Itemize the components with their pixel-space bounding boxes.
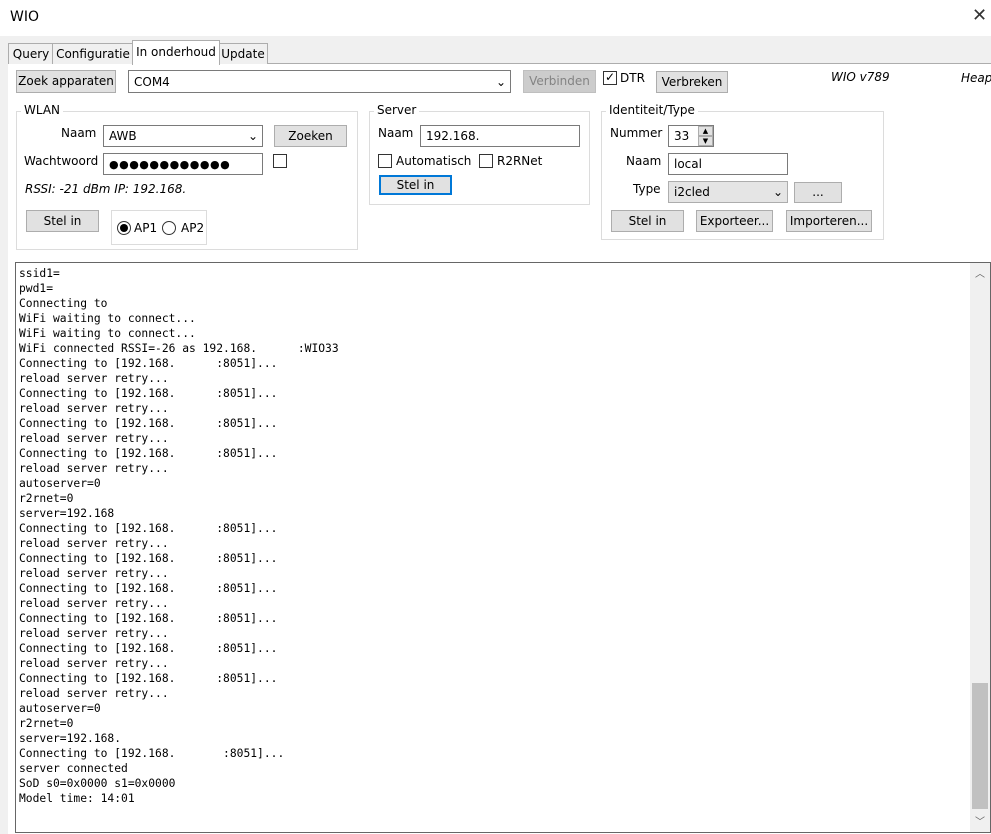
wlan-legend: WLAN xyxy=(21,103,64,117)
console-scrollbar[interactable]: ︿ ﹀ xyxy=(970,263,990,832)
ap1-radio[interactable] xyxy=(117,221,131,235)
r2rnet-checkbox[interactable] xyxy=(479,154,493,168)
server-apply-button[interactable]: Stel in xyxy=(379,175,452,195)
tab-in-onderhoud[interactable]: In onderhoud xyxy=(132,40,220,65)
identity-apply-button[interactable]: Stel in xyxy=(611,210,684,232)
auto-label: Automatisch xyxy=(396,154,472,168)
scrollbar-thumb[interactable] xyxy=(972,683,988,809)
auto-checkbox[interactable] xyxy=(378,154,392,168)
chevron-down-icon: ⌄ xyxy=(772,185,783,199)
wlan-search-button[interactable]: Zoeken xyxy=(274,125,347,147)
export-button[interactable]: Exporteer... xyxy=(696,210,773,232)
tab-configuratie[interactable]: Configuratie xyxy=(52,43,134,64)
ssid-value: AWB xyxy=(109,129,137,143)
dtr-checkbox[interactable]: ✓ xyxy=(603,71,617,85)
window-title: WIO xyxy=(10,9,39,25)
check-icon: ✓ xyxy=(604,70,616,84)
server-legend: Server xyxy=(374,103,420,117)
chevron-down-icon: ⌄ xyxy=(247,129,258,143)
ap2-label: AP2 xyxy=(181,221,205,235)
import-button[interactable]: Importeren... xyxy=(786,210,872,232)
show-password-checkbox[interactable] xyxy=(273,154,287,168)
connect-button[interactable]: Verbinden xyxy=(523,70,596,93)
identity-name-label: Naam xyxy=(626,154,662,168)
number-label: Nummer xyxy=(610,126,663,140)
redaction-mask xyxy=(468,126,552,128)
password-input[interactable]: ●●●●●●●●●●●● xyxy=(103,153,263,175)
ap2-radio[interactable] xyxy=(162,221,176,235)
ap1-label: AP1 xyxy=(134,221,158,235)
scroll-up-icon[interactable]: ︿ xyxy=(970,265,990,280)
search-devices-button[interactable]: Zoek apparaten xyxy=(16,70,116,93)
title-bar xyxy=(0,0,991,36)
identity-legend: Identiteit/Type xyxy=(606,103,698,117)
port-select[interactable]: COM4 ⌄ xyxy=(128,70,511,93)
ssid-select[interactable]: AWB ⌄ xyxy=(103,125,263,147)
more-button[interactable]: ... xyxy=(794,182,842,203)
wlan-name-label: Naam xyxy=(61,126,97,140)
chevron-down-icon: ⌄ xyxy=(495,74,506,89)
identity-name-input[interactable]: local xyxy=(668,153,788,175)
tab-query[interactable]: Query xyxy=(8,43,54,64)
wlan-apply-button[interactable]: Stel in xyxy=(26,210,99,232)
type-value: i2cled xyxy=(674,185,710,199)
type-select[interactable]: i2cled ⌄ xyxy=(668,181,788,203)
server-name-input[interactable]: 192.168. xyxy=(420,125,580,147)
rssi-status: RSSI: -21 dBm IP: 192.168. xyxy=(25,182,187,196)
redaction-mask xyxy=(146,126,210,128)
scroll-down-icon[interactable]: ﹀ xyxy=(970,813,990,828)
password-label: Wachtwoord xyxy=(24,154,99,168)
tab-update[interactable]: Update xyxy=(218,43,268,64)
r2rnet-label: R2RNet xyxy=(497,154,543,168)
port-value: COM4 xyxy=(134,74,170,89)
version-label: WIO v789 xyxy=(831,70,890,84)
heap-label: Heap xyxy=(961,71,991,85)
spin-down-icon[interactable]: ▼ xyxy=(698,136,713,146)
close-icon[interactable]: ✕ xyxy=(972,5,987,26)
dtr-label: DTR xyxy=(620,71,645,85)
type-label: Type xyxy=(633,182,661,196)
number-value: 33 xyxy=(674,129,690,143)
console-log-text: ssid1= pwd1= Connecting to WiFi waiting … xyxy=(19,267,339,805)
console-output[interactable]: ssid1= pwd1= Connecting to WiFi waiting … xyxy=(15,262,991,833)
spin-up-icon[interactable]: ▲ xyxy=(698,126,713,136)
server-name-label: Naam xyxy=(378,126,414,140)
disconnect-button[interactable]: Verbreken xyxy=(656,71,728,93)
